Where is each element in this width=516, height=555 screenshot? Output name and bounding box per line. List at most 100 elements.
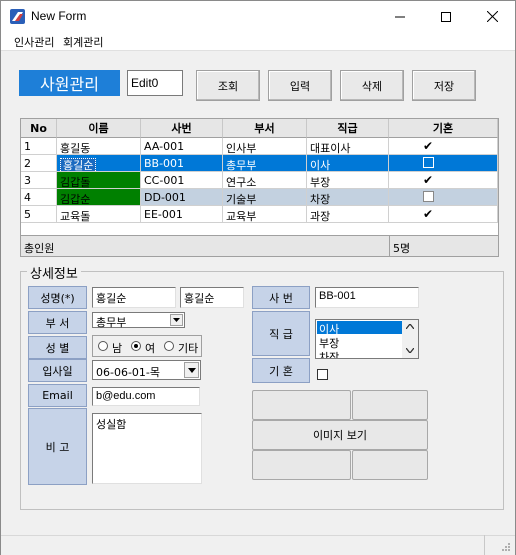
- cell-rank: 이사: [307, 155, 389, 172]
- menu-bar: 인사관리 회계관리: [1, 32, 515, 51]
- check-icon[interactable]: ✔: [423, 173, 433, 187]
- join-date-picker[interactable]: 06-06-01-목: [92, 360, 201, 380]
- employee-grid[interactable]: No 이름 사번 부서 직급 기혼 1 홍길동 AA-001 인사부 대표이사 …: [20, 118, 499, 257]
- emp-id-field[interactable]: BB-001: [315, 287, 419, 308]
- cell-id: AA-001: [141, 138, 223, 155]
- rank-option-selected[interactable]: 이사: [317, 321, 402, 336]
- married-checkbox[interactable]: [317, 369, 328, 380]
- cell-rank: 부장: [307, 172, 389, 189]
- status-divider: [484, 535, 485, 555]
- gender-radio-female[interactable]: [131, 341, 141, 351]
- cell-id: BB-001: [141, 155, 223, 172]
- detail-group-title: 상세정보: [27, 263, 81, 282]
- check-icon[interactable]: ✔: [423, 139, 433, 153]
- cell-rank: 차장: [307, 189, 389, 206]
- cell-rank: 과장: [307, 206, 389, 223]
- cell-dept: 연구소: [223, 172, 307, 189]
- cell-rank: 대표이사: [307, 138, 389, 155]
- cell-id: CC-001: [141, 172, 223, 189]
- col-header-dept[interactable]: 부서: [223, 119, 307, 138]
- edit0-field[interactable]: Edit0: [127, 70, 183, 96]
- name-field-2[interactable]: 홍길순: [180, 287, 244, 308]
- label-name: 성명(*): [28, 286, 87, 309]
- name-field[interactable]: 홍길순: [92, 287, 176, 308]
- insert-button[interactable]: 입력: [268, 70, 332, 101]
- cell-married: ✔: [389, 206, 498, 223]
- cell-name: 홍길순: [57, 155, 141, 172]
- query-button[interactable]: 조회: [196, 70, 260, 101]
- app-icon: [10, 9, 25, 24]
- col-header-id[interactable]: 사번: [141, 119, 223, 138]
- label-emp-id: 사 번: [252, 286, 310, 309]
- chevron-down-icon[interactable]: [170, 314, 183, 326]
- app-window: New Form 인사관리 회계관리 사원관리 Edit0 조회 입력 삭제 저…: [0, 0, 516, 555]
- cell-dept: 교육부: [223, 206, 307, 223]
- cell-no: 3: [21, 172, 57, 189]
- rank-scrollbar[interactable]: [402, 320, 418, 358]
- menu-hr[interactable]: 인사관리: [14, 34, 54, 50]
- col-header-no[interactable]: No: [21, 119, 57, 138]
- panel-button-2[interactable]: [352, 390, 428, 420]
- cell-dept: 기술부: [223, 189, 307, 206]
- menu-accounting[interactable]: 회계관리: [63, 34, 103, 50]
- chevron-up-icon[interactable]: [406, 324, 414, 329]
- table-row[interactable]: 3 김갑돌 CC-001 연구소 부장 ✔: [21, 172, 498, 189]
- cell-dept: 총무부: [223, 155, 307, 172]
- window-title: New Form: [31, 9, 87, 23]
- cell-married: ✔: [389, 138, 498, 155]
- cell-married: ✔: [389, 172, 498, 189]
- label-rank: 직 급: [252, 311, 310, 356]
- panel-button-1[interactable]: [252, 390, 351, 420]
- rank-option[interactable]: 차장: [319, 349, 339, 358]
- cell-dept: 인사부: [223, 138, 307, 155]
- minimize-button[interactable]: [377, 1, 423, 32]
- col-header-married[interactable]: 기혼: [389, 119, 498, 138]
- chevron-down-icon[interactable]: [184, 362, 199, 378]
- col-header-name[interactable]: 이름: [57, 119, 141, 138]
- email-field[interactable]: b@edu.com: [92, 387, 200, 406]
- label-dept: 부 서: [28, 311, 87, 334]
- table-row-selected[interactable]: 2 홍길순 BB-001 총무부 이사: [21, 155, 498, 172]
- close-button[interactable]: [469, 1, 515, 32]
- table-row[interactable]: 1 홍길동 AA-001 인사부 대표이사 ✔: [21, 138, 498, 155]
- cell-id: DD-001: [141, 189, 223, 206]
- panel-button-4[interactable]: [352, 450, 428, 480]
- note-textarea[interactable]: 성실함: [92, 413, 202, 484]
- checkbox-icon[interactable]: [423, 191, 434, 202]
- cell-name: 김갑돌: [57, 172, 141, 189]
- gender-radio-other[interactable]: [164, 341, 174, 351]
- col-header-rank[interactable]: 직급: [307, 119, 389, 138]
- cell-name: 홍길동: [57, 138, 141, 155]
- gender-radio-group: 남 여 기타: [92, 335, 202, 357]
- cell-name: 교육돌: [57, 206, 141, 223]
- rank-listbox[interactable]: 이사 부장 차장: [315, 319, 419, 359]
- grid-footer: 총인원 5명: [21, 235, 498, 256]
- dept-select-value: 총무부: [96, 316, 127, 329]
- dept-select[interactable]: 총무부: [92, 312, 185, 329]
- check-icon[interactable]: ✔: [423, 207, 433, 221]
- table-row[interactable]: 4 김갑순 DD-001 기술부 차장: [21, 189, 498, 206]
- panel-button-3[interactable]: [252, 450, 351, 480]
- gender-radio-male[interactable]: [98, 341, 108, 351]
- maximize-icon: [441, 11, 451, 22]
- footer-count: 5명: [393, 242, 411, 255]
- delete-button[interactable]: 삭제: [340, 70, 404, 101]
- label-married: 기 혼: [252, 358, 310, 383]
- gender-label-male: 남: [112, 342, 123, 355]
- page-title: 사원관리: [19, 70, 120, 96]
- maximize-button[interactable]: [423, 1, 469, 32]
- resize-grip-icon[interactable]: [501, 542, 511, 552]
- cell-no: 1: [21, 138, 57, 155]
- save-button[interactable]: 저장: [412, 70, 476, 101]
- view-image-button[interactable]: 이미지 보기: [252, 420, 428, 450]
- join-date-value: 06-06-01-목: [96, 366, 161, 379]
- cell-name: 김갑순: [57, 189, 141, 206]
- table-row[interactable]: 5 교육돌 EE-001 교육부 과장 ✔: [21, 206, 498, 223]
- status-bar: [1, 535, 515, 555]
- checkbox-icon[interactable]: [423, 157, 434, 168]
- footer-divider: [389, 236, 390, 256]
- cell-name-text[interactable]: 홍길순: [60, 158, 97, 171]
- chevron-down-icon[interactable]: [406, 348, 414, 353]
- cell-married: [389, 155, 498, 172]
- cell-married: [389, 189, 498, 206]
